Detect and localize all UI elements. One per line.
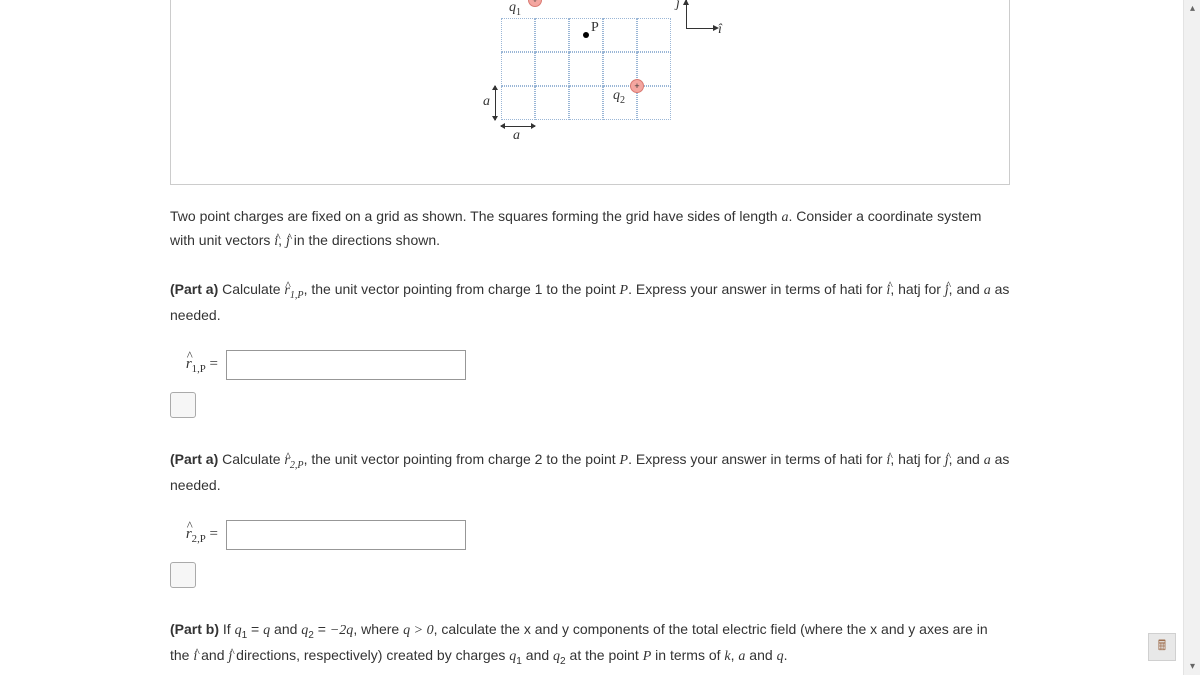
- dim-arrow-icon: [500, 123, 505, 129]
- content: q1 q2 P a a: [0, 0, 1180, 675]
- scrollbar[interactable]: ▴ ▾: [1183, 0, 1200, 675]
- part-b-text: (Part b) If q1 = q and q2 = −2q, where q…: [170, 618, 1010, 670]
- q2-text: q: [613, 88, 620, 103]
- main-scroll[interactable]: q1 q2 P a a: [0, 0, 1180, 675]
- charge-grid: q1 q2 P a a: [501, 0, 671, 120]
- label-r2p: r2,P =: [170, 526, 218, 545]
- figure-container: q1 q2 P a a: [170, 0, 1010, 185]
- dim-a-vertical: [495, 86, 496, 120]
- jhat-label: ĵ: [676, 0, 680, 12]
- calculator-icon[interactable]: 🖩: [1148, 633, 1176, 661]
- p-text: P: [591, 20, 599, 35]
- charge-q1: [528, 0, 542, 7]
- dim-arrow-icon: [492, 85, 498, 90]
- part-a2-text: (Part a) Calculate r2,P, the unit vector…: [170, 448, 1010, 496]
- jhat-text: ĵ: [676, 0, 680, 11]
- ihat-text: î: [718, 22, 722, 37]
- input-r1p[interactable]: [226, 350, 466, 380]
- scroll-up-icon[interactable]: ▴: [1184, 0, 1200, 17]
- q1-sub: 1: [516, 7, 521, 18]
- point-p-label: P: [591, 20, 599, 36]
- dim-a-horizontal: [501, 126, 535, 127]
- input-row-r2p: r2,P =: [170, 520, 1180, 550]
- ihat-label: î: [718, 22, 722, 38]
- q2-sub: 2: [620, 95, 625, 106]
- point-p-dot: [583, 32, 589, 38]
- status-box-r1p[interactable]: [170, 392, 196, 418]
- status-box-r2p[interactable]: [170, 562, 196, 588]
- dim-arrow-icon: [531, 123, 536, 129]
- input-r2p[interactable]: [226, 520, 466, 550]
- scroll-down-icon[interactable]: ▾: [1184, 658, 1200, 675]
- a-label-left: a: [483, 94, 490, 110]
- q1-text: q: [509, 0, 516, 15]
- dim-arrow-icon: [492, 116, 498, 121]
- intro-text: Two point charges are fixed on a grid as…: [170, 205, 1010, 254]
- part-a1-text: (Part a) Calculate r1,P, the unit vector…: [170, 278, 1010, 326]
- arrow-up-icon: [683, 0, 689, 5]
- a-left-text: a: [483, 94, 490, 109]
- a-bot-text: a: [513, 128, 520, 143]
- q2-label: q2: [613, 88, 625, 106]
- a-label-bottom: a: [513, 128, 520, 144]
- input-row-r1p: r1,P =: [170, 350, 1180, 380]
- q1-label: q1: [509, 0, 521, 18]
- charge-q2: [630, 79, 644, 93]
- label-r1p: r1,P =: [170, 356, 218, 375]
